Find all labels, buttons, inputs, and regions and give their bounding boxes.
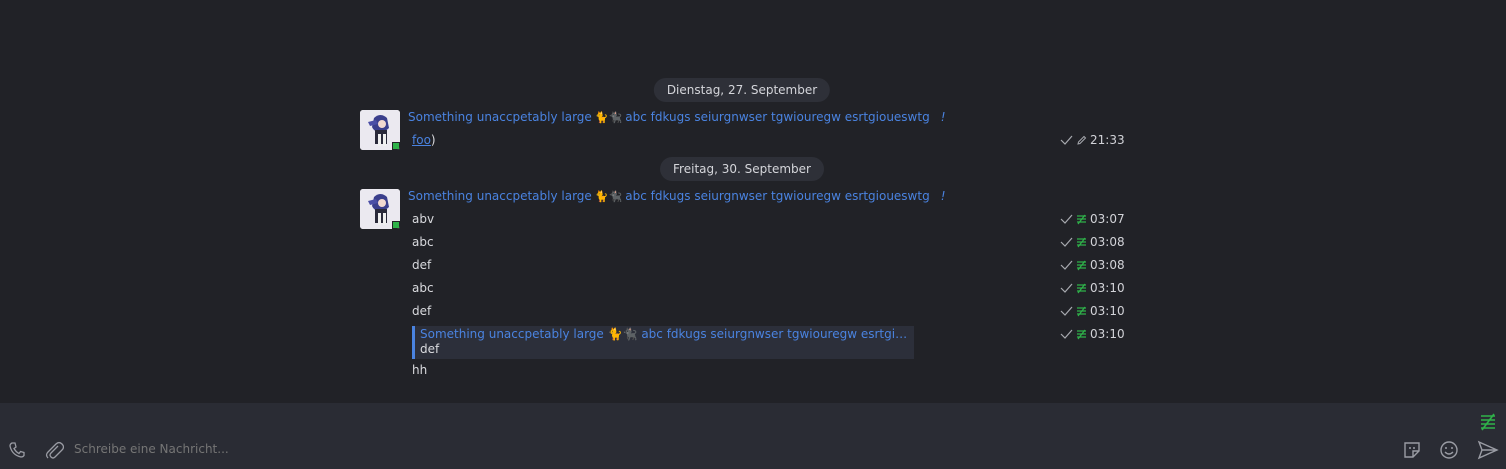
encryption-unverified-icon[interactable] <box>1479 413 1497 431</box>
message-link[interactable]: foo <box>412 133 431 147</box>
sticker-icon[interactable] <box>1402 440 1422 460</box>
message-meta: 03:08 <box>1060 235 1125 249</box>
message-body: def <box>412 304 432 318</box>
read-check-icon <box>1060 214 1073 224</box>
message-text: ) <box>430 133 436 147</box>
message-time[interactable]: 03:10 <box>1090 281 1125 295</box>
presence-indicator <box>392 142 400 150</box>
send-icon[interactable] <box>1477 440 1499 460</box>
message-meta: 03:08 <box>1060 258 1125 272</box>
sender-name[interactable]: Something unaccpetably large 🐈🐈‍⬛ abc fd… <box>408 110 946 124</box>
cat-emoji: 🐈🐈‍⬛ <box>594 110 623 124</box>
message-body: abc <box>412 235 434 249</box>
encryption-icon <box>1077 214 1086 224</box>
message-time[interactable]: 21:33 <box>1090 133 1125 147</box>
message-time[interactable]: 03:08 <box>1090 235 1125 249</box>
read-check-icon <box>1060 135 1073 145</box>
encryption-icon <box>1077 283 1086 293</box>
message-meta: 03:07 <box>1060 212 1125 226</box>
avatar[interactable] <box>360 110 400 150</box>
sender-name-text: Something unaccpetably large <box>408 189 592 203</box>
date-separator: Freitag, 30. September <box>660 157 824 181</box>
message-time[interactable]: 03:10 <box>1090 327 1125 341</box>
message-time[interactable]: 03:07 <box>1090 212 1125 226</box>
sender-name-text: Something unaccpetably large <box>408 110 592 124</box>
phone-icon[interactable] <box>8 441 26 459</box>
timeline: Dienstag, 27. September Something unaccp… <box>0 0 1506 403</box>
read-check-icon <box>1060 260 1073 270</box>
edited-pencil-icon <box>1077 135 1087 145</box>
message-body: abc <box>412 281 434 295</box>
message-time[interactable]: 03:10 <box>1090 304 1125 318</box>
message-meta: 03:10 <box>1060 304 1125 318</box>
avatar[interactable] <box>360 189 400 229</box>
message-meta: 21:33 <box>1060 133 1125 147</box>
sender-name[interactable]: Something unaccpetably large 🐈🐈‍⬛ abc fd… <box>408 189 946 203</box>
message-body: def <box>412 258 432 272</box>
read-check-icon <box>1060 329 1073 339</box>
cat-emoji: 🐈🐈‍⬛ <box>594 189 623 203</box>
unverified-warning-icon[interactable]: ! <box>941 110 946 124</box>
message-input[interactable] <box>74 438 1374 460</box>
presence-indicator <box>392 221 400 229</box>
emoji-icon[interactable] <box>1439 440 1459 460</box>
message-body: abv <box>412 212 435 226</box>
read-check-icon <box>1060 237 1073 247</box>
read-check-icon <box>1060 306 1073 316</box>
sender-name-suffix: abc fdkugs seiurgnwser tgwiouregw esrtgi… <box>625 189 930 203</box>
read-check-icon <box>1060 283 1073 293</box>
message-time[interactable]: 03:08 <box>1090 258 1125 272</box>
reply-quote[interactable]: Something unaccpetably large 🐈🐈‍⬛ abc fd… <box>412 326 914 359</box>
reply-text: def <box>420 342 440 356</box>
reply-sender: Something unaccpetably large 🐈🐈‍⬛ abc fd… <box>420 327 908 341</box>
paperclip-icon[interactable] <box>44 440 64 460</box>
encryption-icon <box>1077 329 1086 339</box>
date-separator: Dienstag, 27. September <box>653 78 831 102</box>
unverified-warning-icon[interactable]: ! <box>941 189 946 203</box>
message-body: hh <box>412 363 428 377</box>
sender-name-suffix: abc fdkugs seiurgnwser tgwiouregw esrtgi… <box>625 110 930 124</box>
encryption-icon <box>1077 237 1086 247</box>
encryption-icon <box>1077 306 1086 316</box>
message-meta: 03:10 <box>1060 281 1125 295</box>
encryption-icon <box>1077 260 1086 270</box>
message-body: foo) <box>412 133 436 147</box>
message-meta: 03:10 <box>1060 327 1125 341</box>
